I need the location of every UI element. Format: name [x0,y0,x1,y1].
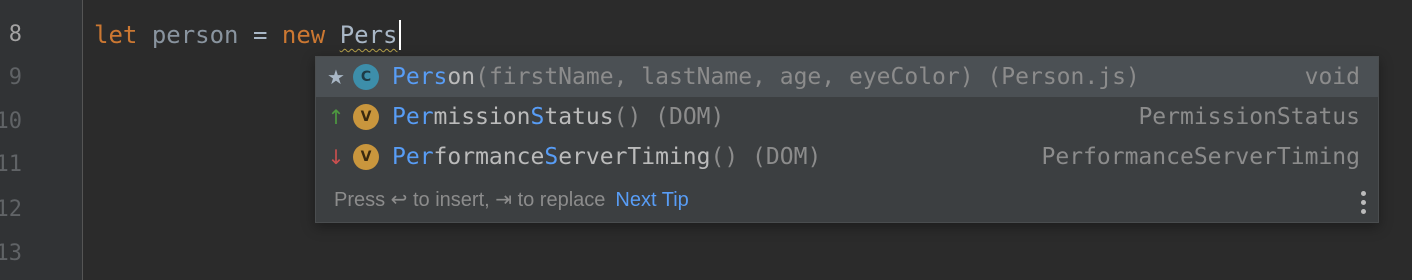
completion-popup: ★ C Person(firstName, lastName, age, eye… [315,56,1379,223]
label-text: on [447,64,476,90]
line-number-gutter: 8 9 10 11 12 13 [0,0,83,280]
line-number: 12 [0,197,22,222]
label-text: tatus [544,104,614,130]
keyword-new: new [281,21,326,49]
line-number: 9 [8,65,22,90]
code-line[interactable]: let person = new Pers [94,20,402,50]
arrow-down-icon: ↓ [327,145,345,169]
text-caret [399,20,402,50]
signature-text: () (DOM) [613,104,725,130]
match-text: Per [392,104,434,130]
match-text: Per [392,144,434,170]
match-text: Pers [392,64,448,90]
line-number: 8 [8,22,22,47]
footer-hint: Press ↩ to insert, ⇥ to replace [334,189,606,211]
typed-identifier: Pers [339,21,398,49]
line-number: 10 [0,109,22,134]
completion-label: PermissionStatus() (DOM) [392,97,724,137]
star-icon: ★ [327,65,345,89]
variable-name: person [151,21,239,49]
completion-label: Person(firstName, lastName, age, eyeColo… [392,57,1140,97]
assign-operator: = [252,21,268,49]
more-options-icon[interactable] [1358,191,1368,217]
class-icon: C [353,64,379,90]
signature-text: (firstName, lastName, age, eyeColor) (Pe… [475,64,1140,90]
line-number: 13 [0,241,22,266]
match-text: S [530,104,545,130]
variable-icon: V [353,144,379,170]
arrow-up-icon: ↑ [327,105,345,129]
variable-icon: V [353,104,379,130]
completion-footer: Press ↩ to insert, ⇥ to replace Next Tip [334,187,689,212]
completion-item-person[interactable]: ★ C Person(firstName, lastName, age, eye… [316,57,1378,97]
return-type: PerformanceServerTiming [1041,144,1361,170]
label-text: erverTiming [558,144,711,170]
completion-item-permission-status[interactable]: ↑ V PermissionStatus() (DOM) PermissionS… [316,97,1378,137]
line-number: 11 [0,152,22,177]
label-text: formance [433,144,545,170]
match-text: S [544,144,559,170]
completion-item-performance-server-timing[interactable]: ↓ V PerformanceServerTiming() (DOM) Perf… [316,137,1378,177]
code-editor[interactable]: 8 9 10 11 12 13 let person = new Pers ★ … [0,0,1412,280]
keyword-let: let [94,21,138,49]
signature-text: () (DOM) [710,144,822,170]
label-text: mission [433,104,531,130]
return-type: void [1304,64,1360,90]
completion-label: PerformanceServerTiming() (DOM) [392,137,821,177]
return-type: PermissionStatus [1138,104,1360,130]
next-tip-link[interactable]: Next Tip [615,189,688,211]
